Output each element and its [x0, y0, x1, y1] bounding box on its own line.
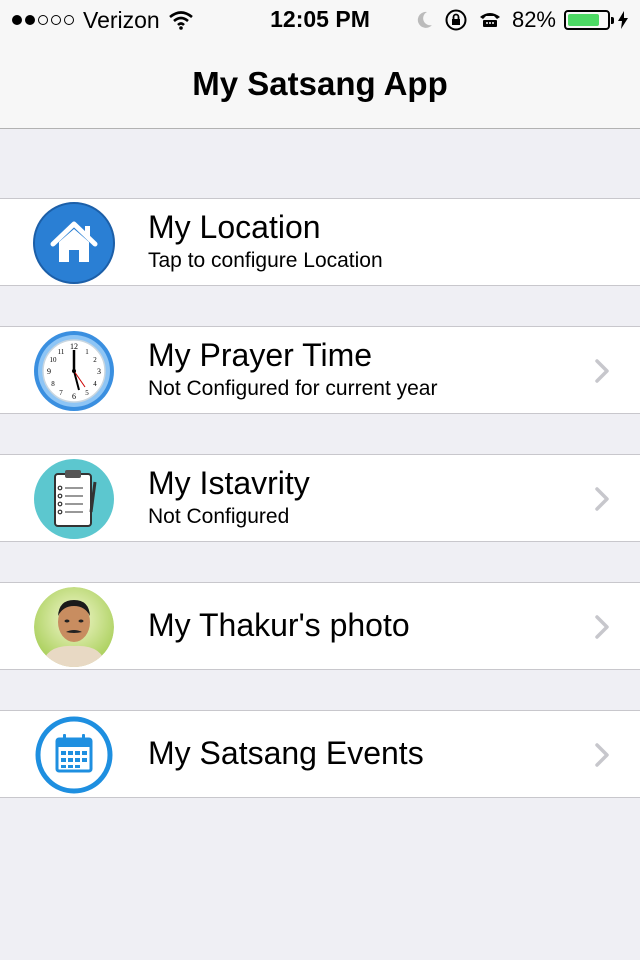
chevron-right-icon — [595, 359, 609, 383]
menu-item-title: My Location — [148, 209, 321, 245]
menu-item-my-istavrity[interactable]: My Istavrity Not Configured — [0, 454, 640, 542]
battery-tip — [611, 17, 614, 24]
moon-icon — [417, 11, 432, 28]
svg-text:9: 9 — [47, 367, 51, 376]
svg-text:3: 3 — [97, 367, 101, 376]
svg-text:2: 2 — [93, 356, 97, 364]
menu-item-title: My Satsang Events — [148, 735, 424, 771]
menu-item-subtitle: Tap to configure Location — [148, 249, 383, 272]
status-bar: Verizon 12:05 PM 82% — [0, 0, 640, 40]
clipboard-icon — [34, 459, 114, 539]
svg-text:11: 11 — [58, 348, 65, 356]
menu-item-my-prayer-time[interactable]: 12 6 9 3 1 2 4 5 7 8 10 11 My Prayer Tim… — [0, 326, 640, 414]
home-icon — [33, 202, 115, 284]
battery-fill — [568, 14, 600, 26]
menu-item-subtitle: Not Configured — [148, 505, 290, 528]
calendar-icon — [35, 716, 113, 794]
menu-item-title: My Thakur's photo — [148, 607, 410, 643]
menu-item-title: My Prayer Time — [148, 337, 373, 373]
tty-icon — [479, 13, 500, 27]
menu-item-my-location[interactable]: My Location Tap to configure Location — [0, 198, 640, 286]
svg-text:6: 6 — [72, 392, 76, 401]
svg-text:4: 4 — [93, 380, 97, 388]
svg-text:1: 1 — [85, 348, 89, 356]
menu-item-my-thakurs-photo[interactable]: My Thakur's photo — [0, 582, 640, 670]
page-title: My Satsang App — [192, 65, 448, 102]
battery-percent: 82% — [511, 7, 556, 32]
chevron-right-icon — [595, 615, 609, 639]
battery-icon — [564, 10, 614, 30]
svg-text:8: 8 — [51, 380, 55, 388]
charging-bolt-icon — [618, 11, 628, 29]
svg-text:7: 7 — [59, 389, 63, 397]
menu-item-my-satsang-events[interactable]: My Satsang Events — [0, 710, 640, 798]
status-right: 82% — [406, 6, 628, 34]
chevron-right-icon — [595, 743, 609, 767]
navigation-bar: My Satsang App — [0, 40, 640, 129]
menu-item-subtitle: Not Configured for current year — [148, 377, 438, 400]
menu-item-title: My Istavrity — [148, 465, 310, 501]
rotation-lock-icon — [445, 9, 467, 31]
svg-text:5: 5 — [85, 389, 89, 397]
svg-text:10: 10 — [50, 356, 58, 364]
chevron-right-icon — [595, 487, 609, 511]
svg-text:12: 12 — [70, 342, 78, 351]
clock-icon: 12 6 9 3 1 2 4 5 7 8 10 11 — [34, 331, 114, 411]
portrait-photo — [34, 587, 114, 667]
